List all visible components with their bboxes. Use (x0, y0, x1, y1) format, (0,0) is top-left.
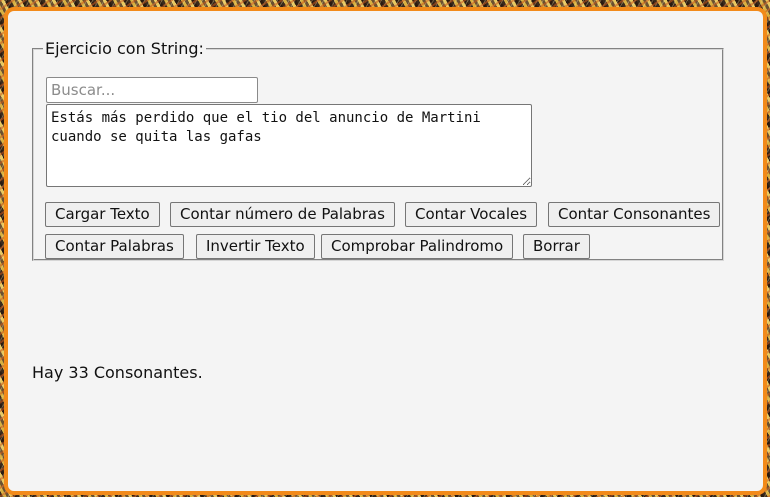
contar-consonantes-button[interactable]: Contar Consonantes (548, 202, 721, 227)
invertir-texto-button[interactable]: Invertir Texto (196, 234, 315, 259)
contar-palabras-button[interactable]: Contar Palabras (45, 234, 184, 259)
cargar-texto-button[interactable]: Cargar Texto (45, 202, 160, 227)
text-area[interactable] (46, 104, 532, 187)
comprobar-palindromo-button[interactable]: Comprobar Palindromo (321, 234, 514, 259)
result-text: Hay 33 Consonantes. (32, 363, 203, 382)
contar-vocales-button[interactable]: Contar Vocales (405, 202, 538, 227)
app-window: Ejercicio con String: Cargar Texto Conta… (4, 7, 767, 495)
search-input[interactable] (46, 77, 258, 103)
contar-numero-palabras-button[interactable]: Contar número de Palabras (170, 202, 395, 227)
borrar-button[interactable]: Borrar (523, 234, 590, 259)
fieldset-legend: Ejercicio con String: (45, 39, 204, 58)
